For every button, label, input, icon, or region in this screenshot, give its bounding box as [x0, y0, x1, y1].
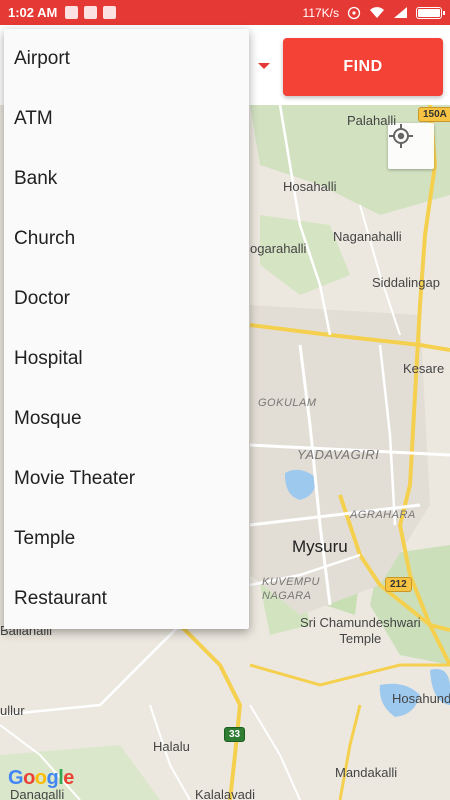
network-speed: 117K/s: [302, 5, 339, 20]
dropdown-option-airport[interactable]: Airport: [4, 29, 249, 89]
dropdown-option-bank[interactable]: Bank: [4, 149, 249, 209]
road-shield-150a: 150A: [418, 107, 450, 122]
map-label-kesare: Kesare: [403, 361, 445, 376]
gallery-notification-icon: [65, 6, 79, 19]
map-label-halalu: Halalu: [153, 739, 190, 754]
dropdown-option-doctor[interactable]: Doctor: [4, 269, 249, 329]
map-label-palahalli: Palahalli: [347, 113, 397, 128]
map-label-ullur: ullur: [0, 703, 25, 718]
dropdown-option-hospital[interactable]: Hospital: [4, 329, 249, 389]
map-label-mandakalli: Mandakalli: [335, 765, 398, 780]
map-label-gokulam: GOKULAM: [258, 397, 317, 409]
wifi-icon: [370, 7, 384, 18]
dropdown-option-temple[interactable]: Temple: [4, 509, 249, 569]
status-time: 1:02 AM: [8, 5, 58, 20]
dropdown-option-mosque[interactable]: Mosque: [4, 389, 249, 449]
map-label-mysuru: Mysuru: [292, 537, 348, 556]
map-label-naganahalli: Naganahalli: [333, 229, 402, 244]
map-label-belagola: ogarahalli: [250, 241, 307, 256]
sim-notification-icon: [84, 6, 98, 19]
spinner-dropdown-arrow-icon[interactable]: [258, 63, 270, 69]
signal-icon: [394, 7, 407, 18]
find-button[interactable]: FIND: [283, 38, 443, 96]
my-location-button[interactable]: [388, 123, 434, 169]
map-label-hosahundi: Hosahund: [392, 691, 450, 706]
map-label-chamundeshwari-temple: Sri Chamundeshwari Temple: [300, 615, 421, 646]
dropdown-option-church[interactable]: Church: [4, 209, 249, 269]
map-label-kuvempu-nagara: KUVEMPU NAGARA: [262, 576, 320, 602]
road-shield-212: 212: [385, 577, 412, 592]
google-logo: Google: [8, 767, 74, 789]
play-store-notification-icon: [103, 6, 117, 19]
road-shield-33: 33: [224, 727, 246, 742]
map-label-hosahalli: Hosahalli: [283, 179, 337, 194]
dropdown-option-restaurant[interactable]: Restaurant: [4, 569, 249, 629]
map-label-kalalavadi: Kalalavadi: [195, 787, 255, 800]
dropdown-option-atm[interactable]: ATM: [4, 89, 249, 149]
map-label-yadavagiri: YADAVAGIRI: [297, 447, 380, 462]
battery-icon: [416, 6, 445, 19]
map-label-siddalingapura: Siddalingap: [372, 275, 440, 290]
category-dropdown-menu: Airport ATM Bank Church Doctor Hospital Mosque…: [4, 29, 249, 629]
status-bar: 1:02 AM 117K/s: [0, 0, 450, 25]
hotspot-icon: [347, 6, 361, 19]
dropdown-option-movie-theater[interactable]: Movie Theater: [4, 449, 249, 509]
map-label-agrahara: AGRAHARA: [350, 509, 416, 521]
